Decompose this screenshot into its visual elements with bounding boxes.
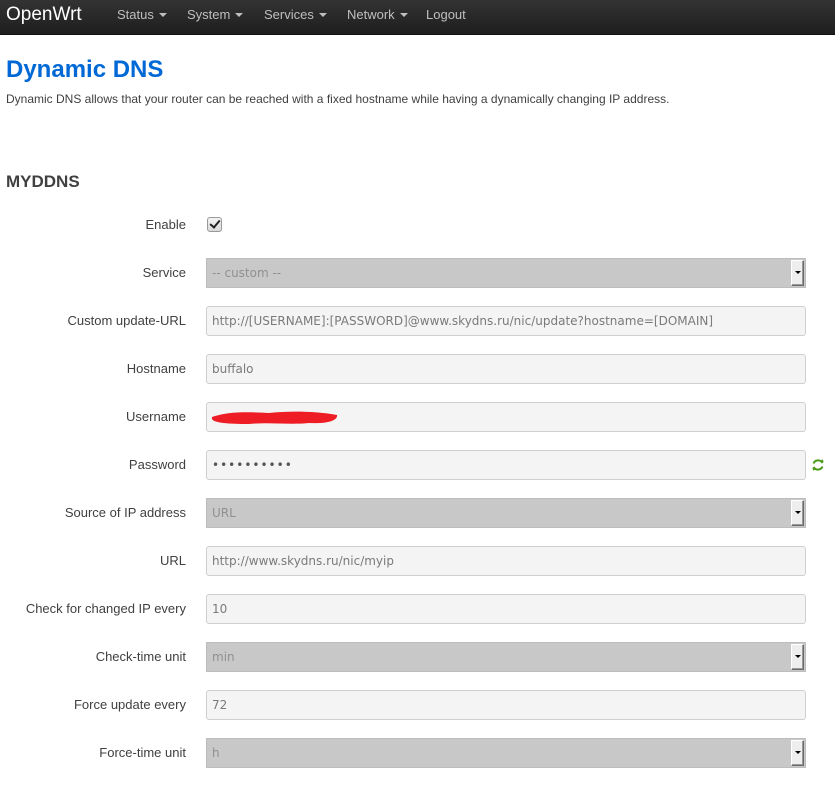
- section-title: MYDDNS: [6, 172, 80, 191]
- service-label: Service: [142, 265, 186, 280]
- check-unit-select[interactable]: min: [206, 642, 806, 672]
- chevron-down-icon: [399, 13, 408, 17]
- check-unit-label: Check-time unit: [95, 649, 186, 664]
- nav-network-menu[interactable]: Network: [347, 0, 408, 34]
- force-unit-row: Force-time unit h: [0, 738, 835, 768]
- top-navbar: OpenWrt Status System Services Network L…: [0, 0, 835, 35]
- check-interval-row: Check for changed IP every 10: [0, 594, 835, 624]
- password-label: Password: [128, 457, 186, 472]
- refresh-icon[interactable]: [811, 458, 825, 472]
- nav-status-menu[interactable]: Status: [117, 0, 167, 34]
- custom-update-url-label: Custom update-URL: [67, 313, 187, 328]
- service-select[interactable]: -- custom --: [206, 258, 806, 288]
- redaction-scribble: [212, 411, 338, 424]
- nav-logout-link[interactable]: Logout: [426, 0, 466, 34]
- page-description: Dynamic DNS allows that your router can …: [6, 92, 670, 106]
- check-unit-row: Check-time unit min: [0, 642, 835, 672]
- password-row: Password ••••••••••: [0, 450, 835, 480]
- hostname-label: Hostname: [126, 361, 186, 376]
- check-unit-select-value: min: [212, 650, 235, 664]
- force-interval-label: Force update every: [73, 697, 186, 712]
- force-interval-row: Force update every 72: [0, 690, 835, 720]
- service-row: Service -- custom --: [0, 258, 835, 288]
- ip-source-row: Source of IP address URL: [0, 498, 835, 528]
- force-unit-select-value: h: [212, 746, 220, 760]
- hostname-row: Hostname buffalo: [0, 354, 835, 384]
- check-interval-label: Check for changed IP every: [25, 601, 186, 616]
- force-unit-label: Force-time unit: [99, 745, 186, 760]
- enable-checkbox[interactable]: [207, 217, 222, 232]
- force-interval-input[interactable]: 72: [206, 690, 806, 720]
- url-input[interactable]: http://www.skydns.ru/nic/myip: [206, 546, 806, 576]
- ip-source-label: Source of IP address: [64, 505, 186, 520]
- enable-label: Enable: [145, 217, 186, 232]
- dropdown-arrow-icon[interactable]: [791, 260, 804, 286]
- hostname-input[interactable]: buffalo: [206, 354, 806, 384]
- service-select-value: -- custom --: [212, 266, 282, 280]
- enable-row: Enable: [0, 210, 835, 240]
- dropdown-arrow-icon[interactable]: [791, 644, 804, 670]
- ip-source-select-value: URL: [212, 506, 236, 520]
- custom-update-url-input[interactable]: http://[USERNAME]:[PASSWORD]@www.skydns.…: [206, 306, 806, 336]
- chevron-down-icon: [318, 13, 327, 17]
- nav-system-menu[interactable]: System: [187, 0, 244, 34]
- custom-update-url-row: Custom update-URL http://[USERNAME]:[PAS…: [0, 306, 835, 336]
- dropdown-arrow-icon[interactable]: [791, 740, 804, 766]
- chevron-down-icon: [235, 13, 244, 17]
- username-row: Username: [0, 402, 835, 432]
- page-title: Dynamic DNS: [6, 56, 164, 83]
- force-unit-select[interactable]: h: [206, 738, 806, 768]
- username-label: Username: [126, 409, 186, 424]
- url-row: URL http://www.skydns.ru/nic/myip: [0, 546, 835, 576]
- password-input[interactable]: ••••••••••: [206, 450, 806, 480]
- brand-logo[interactable]: OpenWrt: [6, 4, 82, 26]
- check-interval-input[interactable]: 10: [206, 594, 806, 624]
- dropdown-arrow-icon[interactable]: [791, 500, 804, 526]
- url-label: URL: [159, 553, 186, 568]
- nav-services-menu[interactable]: Services: [264, 0, 327, 34]
- chevron-down-icon: [158, 13, 167, 17]
- ip-source-select[interactable]: URL: [206, 498, 806, 528]
